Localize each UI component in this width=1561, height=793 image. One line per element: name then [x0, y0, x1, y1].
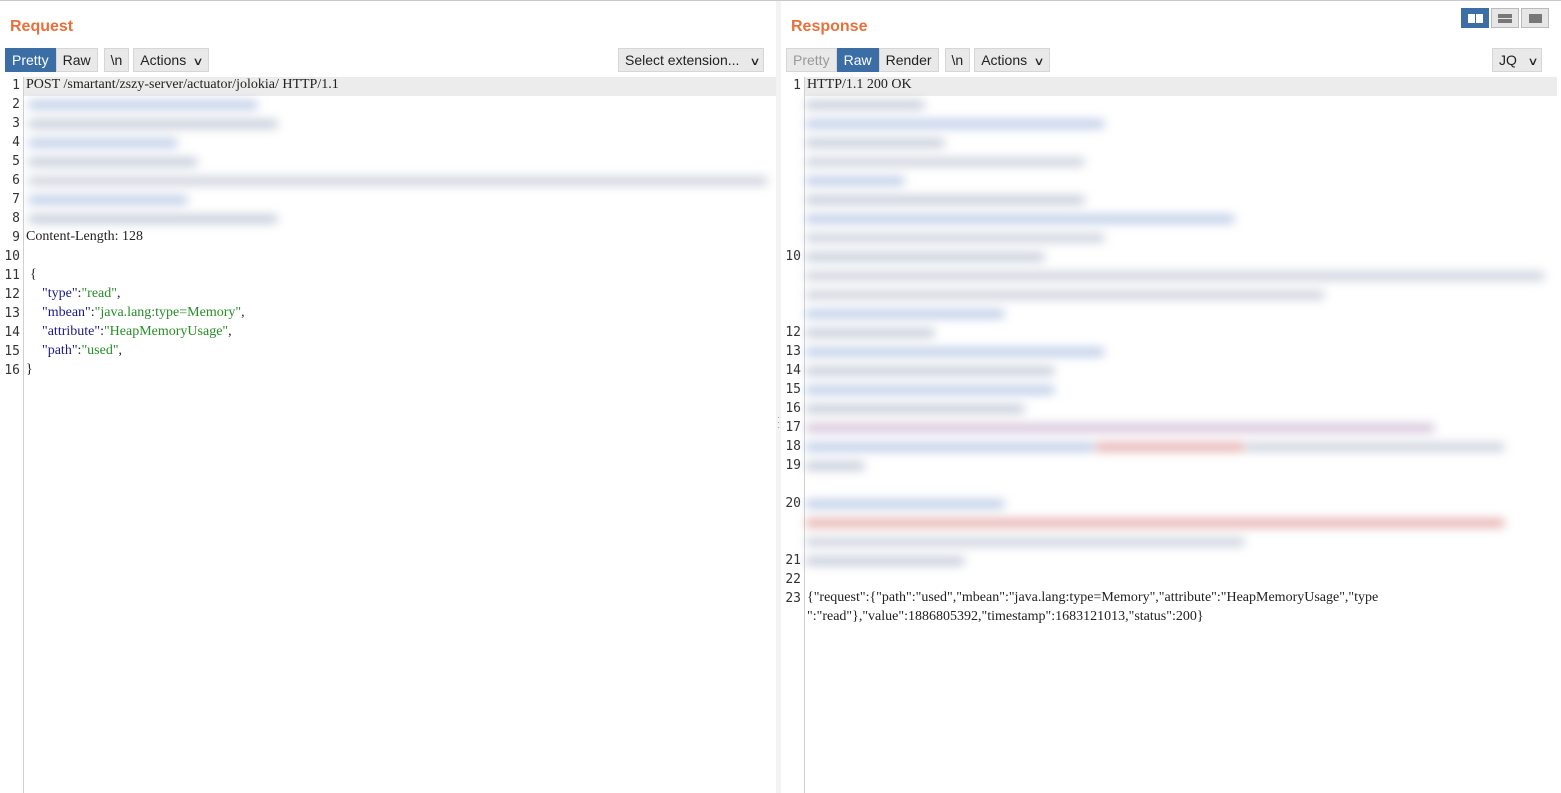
- line-number: 7: [12, 192, 20, 207]
- line-number: 11: [4, 268, 20, 283]
- line-number: 14: [4, 325, 20, 340]
- request-view-tabs: Pretty Raw: [5, 48, 98, 72]
- line-number: 16: [4, 363, 20, 378]
- line-number: 1: [12, 78, 20, 93]
- redacted-headers: [24, 97, 776, 232]
- json-key: "path": [42, 343, 78, 358]
- line-number: 9: [12, 230, 20, 245]
- json-key: "mbean": [42, 305, 91, 320]
- chevron-down-icon: ∨: [192, 56, 204, 68]
- json-value: "used": [81, 343, 119, 358]
- json-line-type: "type":"read",: [42, 286, 121, 301]
- request-actions-label: Actions: [140, 52, 187, 68]
- response-jq-wrap: JQ ∨: [1492, 48, 1546, 72]
- json-value: "read": [81, 286, 117, 301]
- response-toolbar: Pretty Raw Render \n Actions ∨: [786, 48, 1054, 72]
- request-content-length: Content-Length: 128: [26, 229, 144, 244]
- line-number: 6: [12, 173, 20, 188]
- line-number: 10: [4, 249, 20, 264]
- response-tab-render[interactable]: Render: [878, 48, 939, 72]
- line-number: 12: [4, 287, 20, 302]
- json-line-attribute: "attribute":"HeapMemoryUsage",: [42, 324, 232, 339]
- line-number: 23: [785, 591, 801, 606]
- request-tab-raw[interactable]: Raw: [55, 48, 98, 72]
- request-title: Request: [10, 18, 74, 35]
- line-number: 8: [12, 211, 20, 226]
- split-vertical-icon[interactable]: [1491, 8, 1519, 28]
- chevron-down-icon: ∨: [1033, 56, 1045, 68]
- json-line-mbean: "mbean":"java.lang:type=Memory",: [42, 305, 245, 320]
- json-open-brace: {: [30, 267, 37, 282]
- select-extension-label: Select extension...: [625, 52, 740, 68]
- response-editor[interactable]: 1 10 12 13 14 15 16 17 18 19 20 21 22 23…: [781, 77, 1561, 793]
- response-view-tabs: Pretty Raw Render: [786, 48, 939, 72]
- json-key: "attribute": [42, 324, 101, 339]
- response-tab-pretty[interactable]: Pretty: [786, 48, 837, 72]
- response-title: Response: [791, 18, 868, 35]
- request-tab-pretty[interactable]: Pretty: [5, 48, 56, 72]
- response-actions-button[interactable]: Actions ∨: [974, 48, 1051, 72]
- single-pane-icon[interactable]: [1521, 8, 1549, 28]
- redacted-response-headers: [795, 97, 1561, 577]
- request-editor[interactable]: 1 2 3 4 5 6 7 8 9 10 11 12 13 14 15 16 P…: [0, 77, 776, 793]
- response-body-line-1: {"request":{"path":"used","mbean":"java.…: [807, 590, 1379, 605]
- line-number: 4: [12, 135, 20, 150]
- request-pane: Request Pretty Raw \n Actions ∨ Select ex…: [0, 1, 776, 793]
- chevron-down-icon: ∨: [749, 56, 762, 68]
- line-number: 1: [793, 78, 801, 93]
- line-number: 2: [12, 97, 20, 112]
- drag-grip-icon[interactable]: · · ·: [777, 413, 780, 433]
- json-line-path: "path":"used",: [42, 343, 123, 358]
- response-newline-toggle[interactable]: \n: [944, 48, 971, 72]
- line-number: 15: [4, 344, 20, 359]
- jq-label: JQ: [1499, 52, 1517, 68]
- response-status-line: HTTP/1.1 200 OK: [807, 77, 912, 92]
- line-number: 13: [4, 306, 20, 321]
- request-actions-button[interactable]: Actions ∨: [133, 48, 210, 72]
- request-extension-select-wrap: Select extension... ∨: [618, 48, 768, 72]
- split-horizontal-icon[interactable]: [1461, 8, 1489, 28]
- line-number: 5: [12, 154, 20, 169]
- line-number: 3: [12, 116, 20, 131]
- json-close-brace: }: [26, 362, 33, 377]
- response-tab-raw[interactable]: Raw: [836, 48, 879, 72]
- response-pane: Response Pretty Raw Render \n Actions ∨ J…: [781, 1, 1561, 793]
- response-body-line-2: ":"read"},"value":1886805392,"timestamp"…: [807, 609, 1204, 624]
- json-value: "java.lang:type=Memory": [94, 305, 242, 320]
- response-actions-label: Actions: [981, 52, 1028, 68]
- select-extension-dropdown[interactable]: Select extension... ∨: [618, 48, 765, 72]
- request-line-method: POST /smartant/zszy-server/actuator/jolo…: [26, 77, 339, 92]
- request-toolbar: Pretty Raw \n Actions ∨: [5, 48, 213, 72]
- layout-switcher: [1459, 8, 1549, 28]
- jq-dropdown[interactable]: JQ ∨: [1492, 48, 1542, 72]
- json-value: "HeapMemoryUsage": [103, 324, 229, 339]
- response-current-line-highlight: [805, 77, 1557, 96]
- json-key: "type": [42, 286, 78, 301]
- chevron-down-icon: ∨: [1527, 56, 1539, 68]
- request-newline-toggle[interactable]: \n: [103, 48, 130, 72]
